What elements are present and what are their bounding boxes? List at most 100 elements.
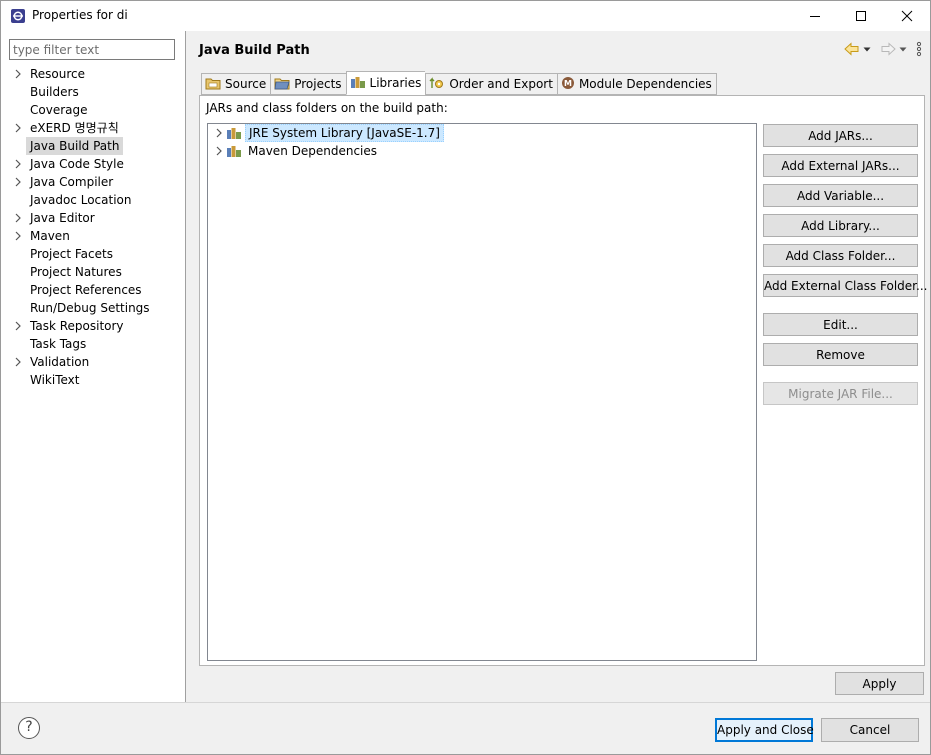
properties-dialog: Properties for di Resource Builders Covera… <box>0 0 931 755</box>
tree-item-label: WikiText <box>30 373 80 387</box>
tree-item-label: eXERD 명명규칙 <box>30 121 119 135</box>
tree-item[interactable]: Java Compiler <box>1 173 185 191</box>
tab-libraries[interactable]: Libraries <box>345 71 426 95</box>
tree-item-label: Project Facets <box>30 247 113 261</box>
libraries-icon <box>350 75 366 92</box>
title-bar: Properties for di <box>1 1 930 31</box>
cancel-button[interactable]: Cancel <box>821 718 919 742</box>
tree-item-label: Java Editor <box>30 211 95 225</box>
maximize-button[interactable] <box>838 1 884 31</box>
tree-item[interactable]: Java Editor <box>1 209 185 227</box>
tree-item-label: Task Tags <box>30 337 87 351</box>
tree-item[interactable]: Project Facets <box>1 245 185 263</box>
property-pages-tree: Resource Builders Coverage eXERD 명명규칙 Java B… <box>1 65 185 389</box>
add-jars-button[interactable]: Add JARs... <box>763 124 918 147</box>
tree-item[interactable]: eXERD 명명규칙 <box>1 119 185 137</box>
tree-item-label: Coverage <box>30 103 88 117</box>
section-label: JARs and class folders on the build path… <box>206 101 448 115</box>
tab-label: Module Dependencies <box>578 77 712 91</box>
build-path-tabs: Source Projects Libraries Order and Expo… <box>201 71 717 95</box>
tree-item[interactable]: Maven <box>1 227 185 245</box>
tree-item[interactable]: Builders <box>1 83 185 101</box>
library-label: Maven Dependencies <box>248 144 378 158</box>
forward-menu-chevron-icon[interactable] <box>898 43 908 57</box>
page-title: Java Build Path <box>199 43 310 58</box>
library-icon <box>226 144 242 158</box>
source-folder-icon <box>205 76 221 93</box>
chevron-right-icon[interactable] <box>14 353 24 371</box>
svg-text:M: M <box>564 79 572 88</box>
tab-source[interactable]: Source <box>201 73 271 95</box>
tree-item[interactable]: Java Build Path <box>1 137 185 155</box>
apply-button[interactable]: Apply <box>835 672 924 695</box>
tab-order-and-export[interactable]: Order and Export <box>425 73 557 95</box>
chevron-right-icon[interactable] <box>14 155 24 173</box>
back-arrow-icon[interactable] <box>844 41 860 59</box>
remove-button[interactable]: Remove <box>763 343 918 366</box>
chevron-right-icon[interactable] <box>14 209 24 227</box>
eclipse-app-icon <box>10 8 26 24</box>
tree-item[interactable]: Project References <box>1 281 185 299</box>
chevron-right-icon[interactable] <box>14 119 24 137</box>
tab-label: Source <box>225 77 267 91</box>
chevron-right-icon[interactable] <box>14 317 24 335</box>
library-tree[interactable]: JRE System Library [JavaSE-1.7] Maven De… <box>207 123 757 661</box>
add-external-jars-button[interactable]: Add External JARs... <box>763 154 918 177</box>
forward-arrow-icon[interactable] <box>880 41 896 59</box>
library-icon <box>226 126 242 140</box>
edit-button[interactable]: Edit... <box>763 313 918 336</box>
dialog-footer: ? Apply and Close Cancel <box>1 702 930 754</box>
window-title: Properties for di <box>32 8 128 22</box>
tree-item[interactable]: Project Natures <box>1 263 185 281</box>
tab-label: Libraries <box>369 76 422 90</box>
tree-item[interactable]: WikiText <box>1 371 185 389</box>
property-page-content: Java Build Path Source Projects Librarie… <box>187 31 930 702</box>
migrate-jar-file-button[interactable]: Migrate JAR File... <box>763 382 918 405</box>
add-variable-button[interactable]: Add Variable... <box>763 184 918 207</box>
tree-item[interactable]: Task Repository <box>1 317 185 335</box>
tree-item-label: Validation <box>30 355 90 369</box>
tab-label: Projects <box>294 77 342 91</box>
tree-item-label: Maven <box>30 229 70 243</box>
tree-item-label: Run/Debug Settings <box>30 301 150 315</box>
chevron-right-icon[interactable] <box>14 173 24 191</box>
back-menu-chevron-icon[interactable] <box>862 43 872 57</box>
tree-item-label: Project Natures <box>30 265 122 279</box>
tree-item[interactable]: Task Tags <box>1 335 185 353</box>
library-label: JRE System Library [JavaSE-1.7] <box>245 124 444 142</box>
tree-item-label: Java Build Path <box>26 137 124 155</box>
property-pages-panel: Resource Builders Coverage eXERD 명명규칙 Java B… <box>1 31 186 702</box>
add-class-folder-button[interactable]: Add Class Folder... <box>763 244 918 267</box>
tree-item[interactable]: Validation <box>1 353 185 371</box>
order-export-icon <box>429 76 445 93</box>
page-navigation <box>844 41 922 59</box>
tree-item[interactable]: Resource <box>1 65 185 83</box>
help-icon[interactable]: ? <box>18 717 40 739</box>
tree-item-label: Resource <box>30 67 86 81</box>
chevron-right-icon[interactable] <box>215 142 223 167</box>
tree-item[interactable]: Run/Debug Settings <box>1 299 185 317</box>
chevron-right-icon[interactable] <box>14 227 24 245</box>
tab-projects[interactable]: Projects <box>270 73 346 95</box>
tree-item-label: Javadoc Location <box>30 193 132 207</box>
chevron-right-icon[interactable] <box>14 65 24 83</box>
module-icon: M <box>561 76 575 93</box>
view-menu-icon[interactable] <box>916 41 922 60</box>
add-library-button[interactable]: Add Library... <box>763 214 918 237</box>
tree-item[interactable]: Coverage <box>1 101 185 119</box>
projects-folder-icon <box>274 76 290 93</box>
close-button[interactable] <box>884 1 930 31</box>
add-external-class-folder-button[interactable]: Add External Class Folder... <box>763 274 927 297</box>
tab-module-dependencies[interactable]: M Module Dependencies <box>556 73 717 95</box>
apply-and-close-button[interactable]: Apply and Close <box>715 718 814 742</box>
tree-item-label: Builders <box>30 85 79 99</box>
tree-item[interactable]: Java Code Style <box>1 155 185 173</box>
library-item-maven[interactable]: Maven Dependencies <box>208 142 756 160</box>
library-item-jre[interactable]: JRE System Library [JavaSE-1.7] <box>208 124 756 142</box>
minimize-button[interactable] <box>792 1 838 31</box>
tab-label: Order and Export <box>449 77 553 91</box>
tree-item-label: Java Code Style <box>30 157 124 171</box>
tree-item[interactable]: Javadoc Location <box>1 191 185 209</box>
tree-item-label: Java Compiler <box>30 175 114 189</box>
filter-input[interactable] <box>9 39 175 60</box>
